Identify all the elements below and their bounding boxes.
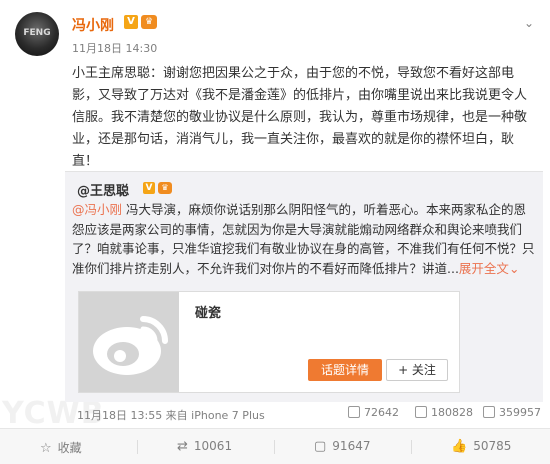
chevron-down-icon: ⌄ <box>508 260 520 276</box>
like-count-action: 50785 <box>473 439 512 453</box>
like-icon <box>483 406 495 418</box>
star-icon: ☆ <box>40 441 52 456</box>
post-timestamp[interactable]: 11月18日 14:30 <box>72 40 157 56</box>
thumbs-up-icon: 👍 <box>451 439 468 454</box>
topic-title[interactable]: 碰瓷 <box>195 302 221 321</box>
forward-author[interactable]: @王思聪 <box>77 180 129 199</box>
forward-count-value: 72642 <box>364 406 399 419</box>
comment-count[interactable]: 180828 <box>415 406 473 419</box>
weibo-logo-icon <box>79 292 179 392</box>
like-count-value: 359957 <box>499 406 541 419</box>
divider <box>137 440 138 454</box>
like-button[interactable]: 👍 50785 <box>451 439 511 454</box>
favorite-button[interactable]: ☆ 收藏 <box>40 439 82 456</box>
forward-verified-badge-icon: V <box>143 182 155 194</box>
expand-label: 展开全文 <box>458 260 509 276</box>
favorite-label: 收藏 <box>57 441 82 455</box>
divider <box>274 440 275 454</box>
avatar-logo: FENG <box>23 28 51 38</box>
repost-button[interactable]: ⇄ 10061 <box>177 439 232 454</box>
avatar[interactable]: FENG <box>15 12 59 56</box>
verified-badge-icon: V <box>124 15 138 29</box>
divider <box>411 440 412 454</box>
comment-button[interactable]: ▢ 91647 <box>314 439 370 454</box>
forward-count[interactable]: 72642 <box>348 406 399 419</box>
repost-icon: ⇄ <box>177 439 188 454</box>
comment-count-action: 91647 <box>332 439 371 453</box>
forward-vip-crown-icon: ♛ <box>158 182 172 194</box>
comment-bubble-icon: ▢ <box>314 439 327 454</box>
forward-text-block: @冯小刚 冯大导演，麻烦你说话别那么阴阳怪气的，听着恶心。本来两家私企的恩怨应该… <box>72 200 537 278</box>
follow-button[interactable]: + 关注 <box>386 359 448 381</box>
post-text: 小王主席思聪：谢谢您把因果公之于众，由于您的不悦，导致您不看好这部电影，又导致了… <box>72 66 528 169</box>
mention-link[interactable]: @冯小刚 <box>72 202 122 217</box>
forward-icon <box>348 406 360 418</box>
topic-link-card[interactable]: 碰瓷 话题详情 + 关注 <box>78 291 460 393</box>
comment-icon <box>415 406 427 418</box>
vip-crown-icon: ♛ <box>141 15 157 29</box>
like-count[interactable]: 359957 <box>483 406 541 419</box>
repost-count: 10061 <box>193 439 233 453</box>
comment-count-value: 180828 <box>431 406 473 419</box>
author-name[interactable]: 冯小刚 <box>72 15 114 35</box>
topic-details-button[interactable]: 话题详情 <box>308 359 382 381</box>
forward-meta: 11月18日 13:55 来自 iPhone 7 Plus <box>77 409 265 422</box>
weibo-post-card: YCWB ⌄ FENG 冯小刚 V ♛ 11月18日 14:30 小王主席思聪：… <box>0 0 550 464</box>
expand-full-text-link[interactable]: 展开全文⌄ <box>459 261 520 276</box>
action-bar: ☆ 收藏 ⇄ 10061 ▢ 91647 👍 50785 <box>0 428 550 464</box>
chevron-down-icon[interactable]: ⌄ <box>524 17 534 29</box>
forwarded-post[interactable]: @王思聪 V ♛ @冯小刚 冯大导演，麻烦你说话别那么阴阳怪气的，听着恶心。本来… <box>65 171 543 402</box>
